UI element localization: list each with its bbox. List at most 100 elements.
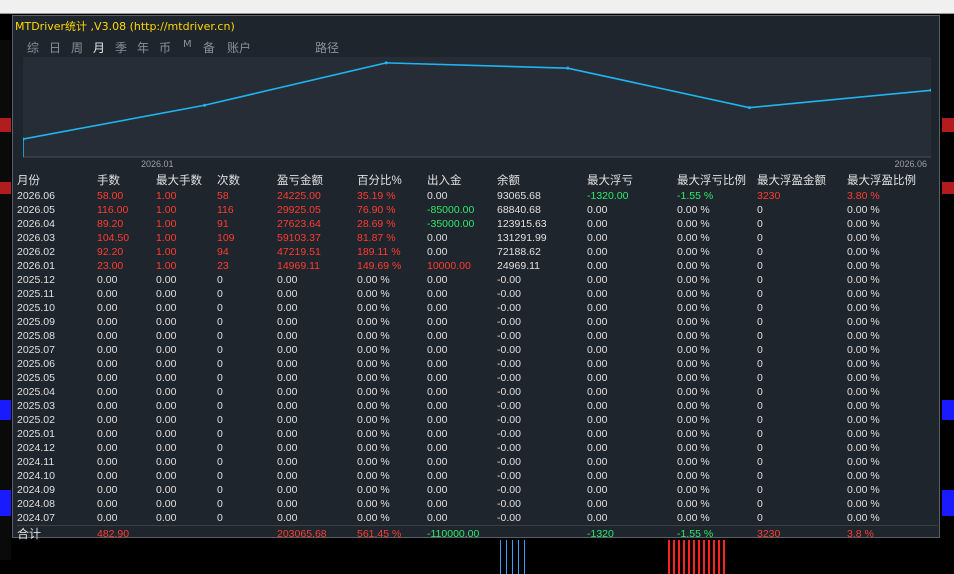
cell-max-drawdown: 0.00 (587, 470, 608, 482)
cell-percent: 28.69 % (357, 218, 396, 230)
cell-max-drawdown-pct: 0.00 % (677, 274, 710, 286)
cell-max-lots: 1.00 (156, 204, 177, 216)
cell-lots: 0.00 (97, 442, 118, 454)
cell-max-drawdown-pct: 0.00 % (677, 204, 710, 216)
cell-max-floating-gain-pct: 0.00 % (847, 428, 880, 440)
cell-max-lots: 0.00 (156, 484, 177, 496)
tab-account[interactable]: 账户 (227, 39, 251, 56)
cell-count: 0 (217, 288, 223, 300)
cell-balance: -0.00 (497, 498, 521, 510)
cell-balance: -0.00 (497, 302, 521, 314)
equity-point (566, 66, 570, 70)
table-row: 2025.08 0.00 0.00 0 0.00 0.00 % 0.00 -0.00 0.00 0… (17, 329, 937, 343)
cell-max-floating-gain: 0 (757, 344, 763, 356)
cell-max-floating-gain: 0 (757, 246, 763, 258)
cell-max-drawdown: 0.00 (587, 302, 608, 314)
cell-percent: 0.00 % (357, 442, 390, 454)
cell-lots: 0.00 (97, 386, 118, 398)
indicator-block-left-3 (0, 400, 11, 420)
cell-percent: 0.00 % (357, 316, 390, 328)
cell-max-lots: 0.00 (156, 344, 177, 356)
cell-count: 116 (217, 204, 234, 216)
table-header-row: 月份 手数 最大手数 次数 盈亏金额 百分比% 出入金 余额 最大浮亏 最大浮亏比例 最大浮盈金额 最… (17, 173, 937, 189)
cell-max-floating-gain-pct: 0.00 % (847, 246, 880, 258)
table-row: 2025.12 0.00 0.00 0 0.00 0.00 % 0.00 -0.00 0.00 0… (17, 273, 937, 287)
table-row: 2024.10 0.00 0.00 0 0.00 0.00 % 0.00 -0.00 0.00 0… (17, 469, 937, 483)
tab-path[interactable]: 路径 (315, 39, 339, 56)
tab-month[interactable]: 月 (93, 39, 105, 56)
cell-max-drawdown-pct: 0.00 % (677, 232, 710, 244)
cell-max-drawdown-pct: 0.00 % (677, 344, 710, 356)
tab-week[interactable]: 周 (71, 39, 83, 56)
cell-max-drawdown: 0.00 (587, 330, 608, 342)
table-row: 2025.02 0.00 0.00 0 0.00 0.00 % 0.00 -0.00 0.00 0… (17, 413, 937, 427)
indicator-block-left-1 (0, 118, 11, 132)
cell-max-drawdown: 0.00 (587, 232, 608, 244)
monthly-stats-table: 月份 手数 最大手数 次数 盈亏金额 百分比% 出入金 余额 最大浮亏 最大浮亏比例 最大浮盈金额 最… (17, 173, 937, 542)
tab-day[interactable]: 日 (49, 39, 61, 56)
cell-max-floating-gain-pct: 0.00 % (847, 414, 880, 426)
cell-max-drawdown-pct: 0.00 % (677, 330, 710, 342)
cell-max-drawdown-pct: 0.00 % (677, 386, 710, 398)
cell-max-floating-gain-pct: 0.00 % (847, 498, 880, 510)
cell-max-lots: 0.00 (156, 288, 177, 300)
cell-balance: -0.00 (497, 428, 521, 440)
cell-max-lots: 0.00 (156, 498, 177, 510)
cell-max-lots: 0.00 (156, 512, 177, 524)
cell-count: 0 (217, 274, 223, 286)
totals-empty-cell (156, 525, 217, 542)
cell-max-floating-gain: 0 (757, 358, 763, 370)
cell-max-floating-gain-pct: 0.00 % (847, 372, 880, 384)
cell-percent: 0.00 % (357, 484, 390, 496)
cell-balance: 24969.11 (497, 260, 541, 272)
cell-balance: -0.00 (497, 400, 521, 412)
cell-max-floating-gain-pct: 0.00 % (847, 400, 880, 412)
cell-profit-loss: 0.00 (277, 428, 298, 440)
cell-month: 2026.04 (17, 218, 55, 230)
cell-count: 0 (217, 358, 223, 370)
tab-quarter[interactable]: 季 (115, 39, 127, 56)
cell-deposit-withdrawal: 0.00 (427, 372, 448, 384)
cell-deposit-withdrawal: 0.00 (427, 456, 448, 468)
cell-count: 0 (217, 442, 223, 454)
cell-month: 2026.01 (17, 260, 55, 272)
cell-balance: 131291.99 (497, 232, 547, 244)
cell-max-floating-gain: 0 (757, 218, 763, 230)
tab-summary[interactable]: 综 (27, 39, 39, 56)
indicator-block-right-4 (942, 490, 954, 516)
cell-profit-loss: 0.00 (277, 470, 298, 482)
header-balance: 余额 (497, 175, 520, 187)
cell-max-floating-gain: 0 (757, 442, 763, 454)
cell-lots: 0.00 (97, 414, 118, 426)
cell-max-drawdown: 0.00 (587, 484, 608, 496)
equity-point (747, 106, 751, 110)
cell-percent: 0.00 % (357, 330, 390, 342)
cell-deposit-withdrawal: 0.00 (427, 302, 448, 314)
cell-balance: -0.00 (497, 414, 521, 426)
cell-max-floating-gain-pct: 0.00 % (847, 442, 880, 454)
tab-currency[interactable]: 币 (159, 39, 171, 56)
tab-note[interactable]: 备 (203, 39, 215, 56)
header-percent: 百分比% (357, 175, 402, 187)
cell-month: 2026.05 (17, 204, 55, 216)
cell-balance: -0.00 (497, 372, 521, 384)
cell-max-lots: 0.00 (156, 456, 177, 468)
cell-deposit-withdrawal: 0.00 (427, 400, 448, 412)
cell-percent: 0.00 % (357, 512, 390, 524)
indicator-block-right-1 (942, 118, 954, 132)
cell-max-lots: 0.00 (156, 470, 177, 482)
cell-lots: 0.00 (97, 400, 118, 412)
cell-lots: 0.00 (97, 330, 118, 342)
cell-balance: -0.00 (497, 344, 521, 356)
table-row: 2025.05 0.00 0.00 0 0.00 0.00 % 0.00 -0.00 0.00 0… (17, 371, 937, 385)
cell-max-floating-gain: 0 (757, 204, 763, 216)
cell-max-drawdown: 0.00 (587, 274, 608, 286)
totals-max-gain: 3230 (757, 525, 847, 542)
tab-year[interactable]: 年 (137, 39, 149, 56)
cell-month: 2025.02 (17, 414, 55, 426)
cell-max-floating-gain-pct: 0.00 % (847, 484, 880, 496)
table-row: 2025.04 0.00 0.00 0 0.00 0.00 % 0.00 -0.00 0.00 0… (17, 385, 937, 399)
cell-max-drawdown-pct: 0.00 % (677, 218, 710, 230)
tab-magic[interactable]: M (183, 39, 192, 50)
cell-count: 0 (217, 428, 223, 440)
